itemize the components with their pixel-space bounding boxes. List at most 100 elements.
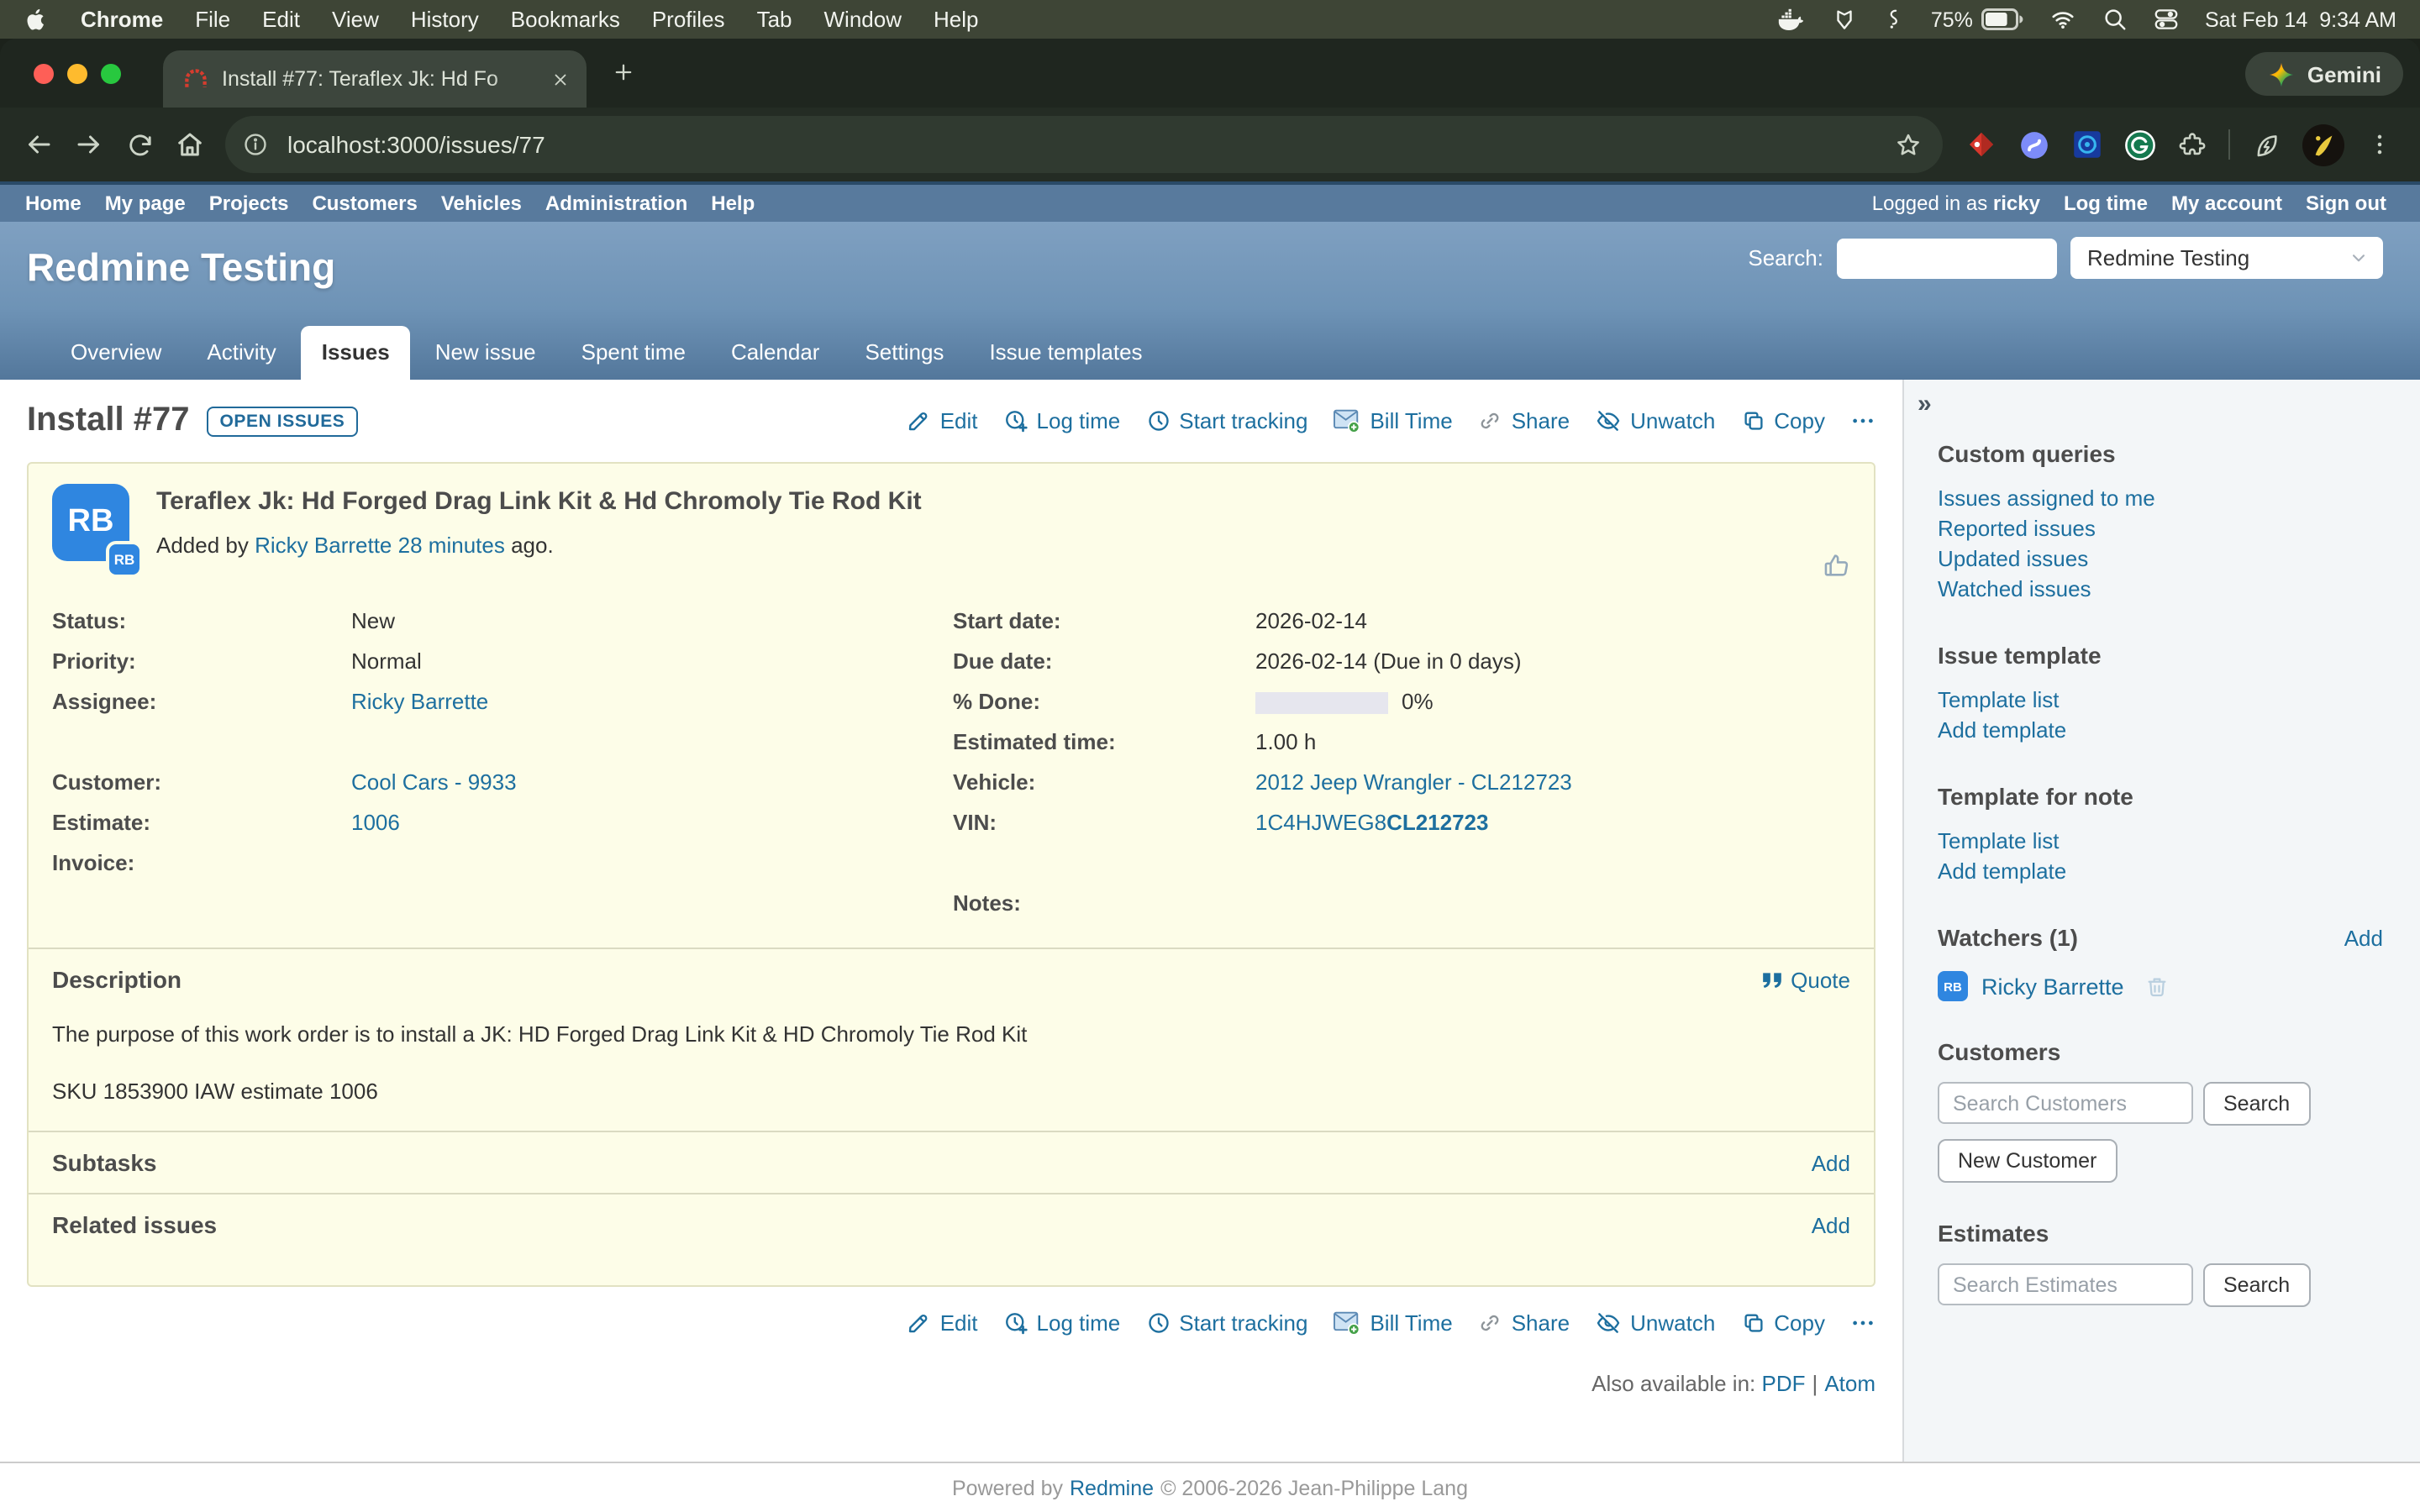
browser-tab[interactable]: Install #77: Teraflex Jk: Hd Fo [163,50,587,108]
sidebar-link-updated-issues[interactable]: Updated issues [1938,544,2383,575]
performance-leaf-icon[interactable] [2252,130,2281,159]
search-estimates-button[interactable]: Search [2203,1263,2310,1307]
grammarly-icon[interactable] [2124,129,2156,160]
attr-value-text[interactable]: 2012 Jeep Wrangler - CL212723 [1255,769,1572,795]
address-bar[interactable]: localhost:3000/issues/77 [225,116,1943,173]
sidebar-link-template-list[interactable]: Template list [1938,827,2383,857]
search-estimates-input[interactable] [1938,1263,2193,1305]
action-bill-time[interactable]: Bill Time [1333,408,1452,433]
close-tab-icon[interactable] [546,66,573,92]
topmenu-help[interactable]: Help [711,192,755,215]
menu-edit[interactable]: Edit [262,7,300,32]
topmenu-administration[interactable]: Administration [545,192,687,215]
tab-activity[interactable]: Activity [187,326,296,380]
menu-window[interactable]: Window [824,7,902,32]
topmenu-my-page[interactable]: My page [105,192,186,215]
sidebar-collapse-button[interactable]: » [1918,390,1932,418]
action-unwatch[interactable]: Unwatch [1595,408,1715,433]
menu-tab[interactable]: Tab [757,7,792,32]
project-select[interactable]: Redmine Testing [2070,237,2383,279]
added-time-link[interactable]: 28 minutes [398,533,505,558]
action-copy[interactable]: Copy [1740,1310,1825,1336]
search-input[interactable] [1837,238,2057,278]
sidebar-link-add-template[interactable]: Add template [1938,857,2383,887]
topmenu-home[interactable]: Home [25,192,82,215]
menubar-app-icon-2[interactable] [1832,7,1857,32]
minimize-window-button[interactable] [67,64,87,84]
action-unwatch[interactable]: Unwatch [1595,1310,1715,1336]
home-button[interactable] [165,119,215,170]
attr-value-text[interactable]: Ricky Barrette [351,689,488,714]
add-watcher-link[interactable]: Add [2344,926,2383,951]
extension-icon-2[interactable] [2018,129,2050,160]
menu-profiles[interactable]: Profiles [652,7,725,32]
site-info-icon[interactable] [234,123,277,166]
account-my-account[interactable]: My account [2171,192,2282,215]
action-share[interactable]: Share [1478,408,1570,433]
tab-settings[interactable]: Settings [844,326,964,380]
gemini-button[interactable]: Gemini [2245,52,2403,96]
spotlight-icon[interactable] [2102,7,2128,32]
tab-issue-templates[interactable]: Issue templates [969,326,1162,380]
sidebar-link-watched-issues[interactable]: Watched issues [1938,575,2383,605]
quote-link[interactable]: Quote [1760,967,1850,992]
new-tab-button[interactable] [612,60,635,84]
browser-menu-icon[interactable] [2366,131,2393,158]
attr-value-text[interactable]: Cool Cars - 9933 [351,769,517,795]
search-customers-button[interactable]: Search [2203,1082,2310,1126]
action-more[interactable] [1850,1310,1876,1336]
sidebar-link-template-list[interactable]: Template list [1938,685,2383,716]
battery-status[interactable]: 75% [1931,8,2023,31]
attr-value-text[interactable]: 1C4HJWEG8CL212723 [1255,810,1489,835]
add-related-issue-link[interactable]: Add [1812,1212,1850,1237]
delete-watcher-icon[interactable] [2144,974,2170,999]
menubar-clock[interactable]: Sat Feb 14 9:34 AM [2205,8,2396,31]
action-share[interactable]: Share [1478,1310,1570,1336]
action-copy[interactable]: Copy [1740,408,1825,433]
wifi-icon[interactable] [2049,7,2077,32]
tab-spent-time[interactable]: Spent time [561,326,706,380]
redmine-link[interactable]: Redmine [1070,1476,1154,1499]
sidebar-link-add-template[interactable]: Add template [1938,716,2383,746]
action-edit[interactable]: Edit [907,1310,978,1336]
extension-icon-3[interactable] [2072,129,2102,160]
tab-calendar[interactable]: Calendar [711,326,840,380]
export-pdf[interactable]: PDF [1762,1371,1806,1396]
action-log-time[interactable]: Log time [1003,408,1121,433]
action-start-tracking[interactable]: Start tracking [1145,1310,1307,1336]
menu-view[interactable]: View [332,7,379,32]
back-button[interactable] [13,119,64,170]
action-start-tracking[interactable]: Start tracking [1145,408,1307,433]
action-edit[interactable]: Edit [907,408,978,433]
sidebar-link-reported-issues[interactable]: Reported issues [1938,514,2383,544]
extension-icon-1[interactable] [1966,129,1996,160]
topmenu-projects[interactable]: Projects [209,192,289,215]
author-link[interactable]: Ricky Barrette [255,533,392,558]
profile-avatar[interactable] [2302,123,2344,165]
export-atom[interactable]: Atom [1824,1371,1876,1396]
action-bill-time[interactable]: Bill Time [1333,1310,1452,1336]
tab-issues[interactable]: Issues [302,326,410,380]
topmenu-customers[interactable]: Customers [312,192,417,215]
menu-help[interactable]: Help [934,7,979,32]
forward-button[interactable] [64,119,114,170]
docker-icon[interactable] [1775,5,1807,34]
menu-history[interactable]: History [411,7,479,32]
thumbs-up-button[interactable] [1822,551,1850,580]
account-sign-out[interactable]: Sign out [2306,192,2386,215]
account-log-time[interactable]: Log time [2064,192,2148,215]
tab-overview[interactable]: Overview [50,326,182,380]
action-more[interactable] [1850,408,1876,433]
new-customer-button[interactable]: New Customer [1938,1139,2117,1183]
watcher-link[interactable]: Ricky Barrette [1981,974,2124,999]
apple-menu-icon[interactable] [24,5,49,34]
action-log-time[interactable]: Log time [1003,1310,1121,1336]
menu-bookmarks[interactable]: Bookmarks [511,7,620,32]
reload-button[interactable] [114,119,165,170]
control-center-icon[interactable] [2153,7,2180,32]
add-subtask-link[interactable]: Add [1812,1150,1850,1175]
menu-chrome[interactable]: Chrome [81,7,163,32]
topmenu-vehicles[interactable]: Vehicles [441,192,522,215]
username[interactable]: ricky [1993,192,2040,215]
extensions-puzzle-icon[interactable] [2178,130,2207,159]
